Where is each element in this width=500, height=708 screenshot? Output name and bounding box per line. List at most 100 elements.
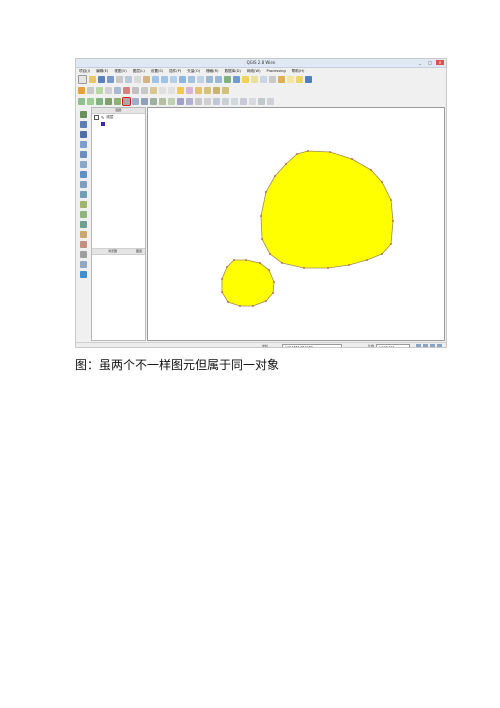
layer-visibility-checkbox[interactable] xyxy=(94,115,99,120)
simplify-icon[interactable] xyxy=(186,98,193,105)
print-composer-icon[interactable] xyxy=(116,76,123,83)
select-features-icon[interactable] xyxy=(242,76,249,83)
map-tips-icon[interactable] xyxy=(296,76,303,83)
split-features-icon[interactable] xyxy=(150,98,157,105)
plugin-g-icon[interactable] xyxy=(258,98,265,105)
zoom-last-icon[interactable] xyxy=(206,76,213,83)
save-project-icon[interactable] xyxy=(98,76,105,83)
georeferencer-icon[interactable] xyxy=(79,261,87,268)
menu-settings[interactable]: 设置(S) xyxy=(151,68,163,74)
add-delimited-text-icon[interactable] xyxy=(79,201,87,208)
close-button[interactable]: × xyxy=(436,60,444,65)
db-manager-icon[interactable] xyxy=(195,98,202,105)
vertex-marker[interactable] xyxy=(260,215,262,217)
add-raster-layer-icon[interactable] xyxy=(79,121,87,128)
new-shapefile-icon[interactable] xyxy=(79,211,87,218)
zoom-selection-icon[interactable] xyxy=(197,76,204,83)
vertex-marker[interactable] xyxy=(366,259,368,261)
crs-icon[interactable] xyxy=(430,344,435,347)
vertex-marker[interactable] xyxy=(307,150,309,152)
pan-to-selection-icon[interactable] xyxy=(143,76,150,83)
label-show-icon[interactable] xyxy=(195,87,202,94)
copy-features-icon[interactable] xyxy=(141,87,148,94)
fill-ring-icon[interactable] xyxy=(96,98,103,105)
vertex-marker[interactable] xyxy=(233,259,235,261)
node-tool-icon[interactable] xyxy=(114,87,121,94)
plugin-h-icon[interactable] xyxy=(267,98,274,105)
undo-icon[interactable] xyxy=(159,87,166,94)
new-project-icon[interactable] xyxy=(78,75,87,84)
vertex-marker[interactable] xyxy=(245,259,247,261)
vertex-marker[interactable] xyxy=(390,243,392,245)
layer-item[interactable]: ✎ 线层 xyxy=(92,114,145,121)
label-rotate-icon[interactable] xyxy=(213,87,220,94)
vertex-marker[interactable] xyxy=(269,253,271,255)
plugin-e-icon[interactable] xyxy=(240,98,247,105)
pan-icon[interactable] xyxy=(134,76,141,83)
plugin-f-icon[interactable] xyxy=(249,98,256,105)
plugin-d-icon[interactable] xyxy=(231,98,238,105)
rotate-point-icon[interactable] xyxy=(177,98,184,105)
menu-processing[interactable]: Processing xyxy=(266,68,285,74)
minimize-button[interactable]: _ xyxy=(416,60,424,65)
messages-icon[interactable] xyxy=(437,344,442,347)
vertex-marker[interactable] xyxy=(221,278,223,280)
vertex-marker[interactable] xyxy=(268,269,270,271)
save-edits-icon[interactable] xyxy=(87,87,94,94)
menu-plugins[interactable]: 插件(P) xyxy=(169,68,181,74)
map-canvas[interactable] xyxy=(147,107,445,341)
composer-manager-icon[interactable] xyxy=(125,76,132,83)
vertex-marker[interactable] xyxy=(381,181,383,183)
plugin-a-icon[interactable] xyxy=(204,98,211,105)
vertex-marker[interactable] xyxy=(329,151,331,153)
split-parts-icon[interactable] xyxy=(159,98,166,105)
field-calculator-icon[interactable] xyxy=(269,76,276,83)
vertex-marker[interactable] xyxy=(272,292,274,294)
add-vector-layer-icon[interactable] xyxy=(79,111,87,118)
help-icon[interactable] xyxy=(305,76,312,83)
save-as-icon[interactable] xyxy=(107,76,114,83)
vertex-marker[interactable] xyxy=(392,220,394,222)
zoom-native-icon[interactable] xyxy=(170,76,177,83)
zoom-full-icon[interactable] xyxy=(179,76,186,83)
toggle-visibility-icon[interactable] xyxy=(79,251,87,258)
merge-features-icon[interactable] xyxy=(122,97,131,106)
menu-web[interactable]: 网络(W) xyxy=(247,68,261,74)
add-part-icon[interactable] xyxy=(87,98,94,105)
vertex-marker[interactable] xyxy=(273,281,275,283)
cut-features-icon[interactable] xyxy=(132,87,139,94)
add-wcs-layer-icon[interactable] xyxy=(79,181,87,188)
zoom-layer-icon[interactable] xyxy=(188,76,195,83)
redo-icon[interactable] xyxy=(168,87,175,94)
menu-database[interactable]: 数据库(D) xyxy=(225,68,241,74)
vertex-marker[interactable] xyxy=(265,191,267,193)
zoom-next-icon[interactable] xyxy=(215,76,222,83)
vertex-marker[interactable] xyxy=(252,305,254,307)
label-icon[interactable] xyxy=(177,87,184,94)
vertex-marker[interactable] xyxy=(239,305,241,307)
small-polygon[interactable] xyxy=(221,259,275,307)
delete-selected-icon[interactable] xyxy=(123,87,130,94)
vertex-marker[interactable] xyxy=(296,153,298,155)
vertex-marker[interactable] xyxy=(381,253,383,255)
add-wms-layer-icon[interactable] xyxy=(79,171,87,178)
menu-project[interactable]: 项目(J) xyxy=(79,68,90,74)
vertex-marker[interactable] xyxy=(226,266,228,268)
plugin-b-icon[interactable] xyxy=(213,98,220,105)
vertex-marker[interactable] xyxy=(285,163,287,165)
offset-curve-icon[interactable] xyxy=(141,98,148,105)
vertex-marker[interactable] xyxy=(351,158,353,160)
merge-attributes-icon[interactable] xyxy=(168,98,175,105)
vertex-marker[interactable] xyxy=(265,300,267,302)
vertex-marker[interactable] xyxy=(261,238,263,240)
zoom-out-icon[interactable] xyxy=(161,76,168,83)
remove-layer-icon[interactable] xyxy=(79,241,87,248)
vertex-marker[interactable] xyxy=(303,267,305,269)
vertex-marker[interactable] xyxy=(227,301,229,303)
gps-tools-icon[interactable] xyxy=(79,231,87,238)
rotation-icon[interactable] xyxy=(416,344,421,347)
add-postgis-layer-icon[interactable] xyxy=(79,131,87,138)
add-spatialite-layer-icon[interactable] xyxy=(79,141,87,148)
coordinate-field[interactable]: 123.4583,28.6183 xyxy=(282,344,342,347)
add-mssql-layer-icon[interactable] xyxy=(79,151,87,158)
